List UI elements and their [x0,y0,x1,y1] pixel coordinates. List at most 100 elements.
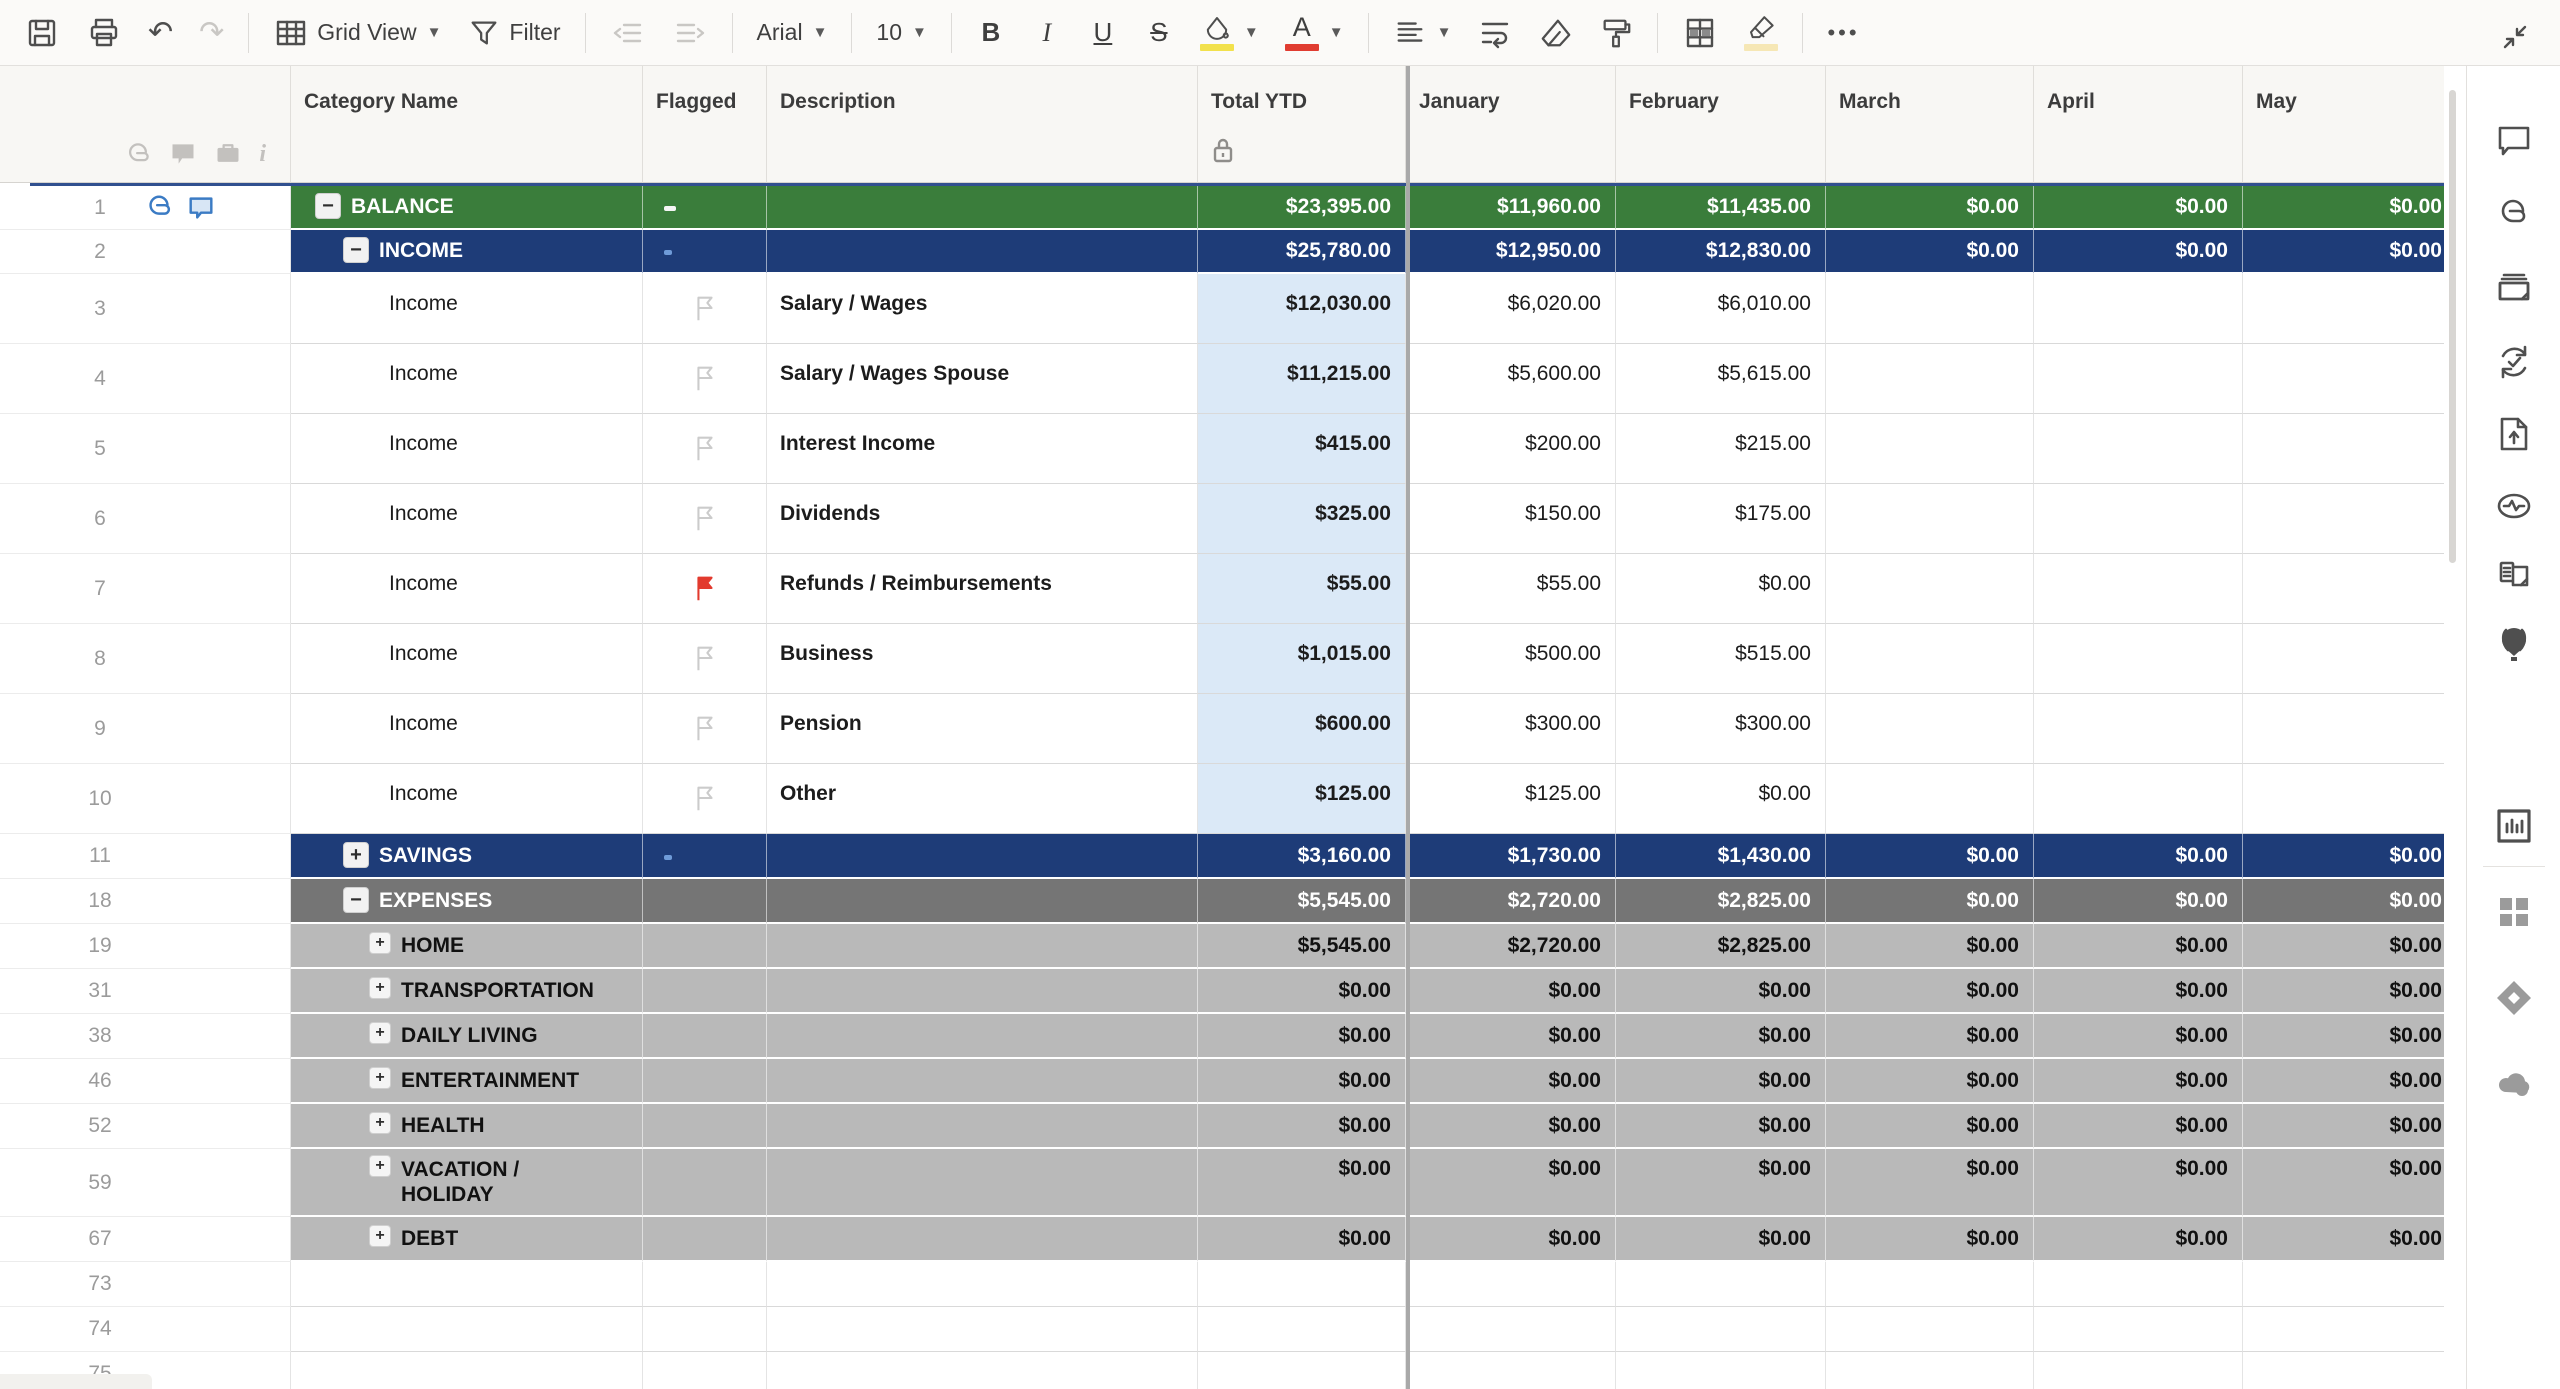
description-cell[interactable] [767,1104,1198,1149]
flag-cell[interactable] [643,834,767,879]
january-cell[interactable]: $55.00 [1406,554,1616,624]
row-number-header[interactable]: i [0,66,291,183]
category-cell[interactable] [291,1352,643,1389]
flag-cell[interactable] [643,1014,767,1059]
may-cell[interactable]: $0.00 [2243,1014,2444,1059]
row-gutter[interactable]: 19 [0,924,291,969]
vertical-scrollbar[interactable] [2449,90,2456,563]
description-cell[interactable] [767,879,1198,924]
row-toggle[interactable]: − [315,193,341,219]
row-toggle[interactable]: − [343,886,369,913]
row-gutter[interactable]: 9 [0,694,291,764]
activity-log-icon[interactable] [2494,486,2534,526]
total-ytd-cell[interactable]: $0.00 [1198,969,1406,1014]
bold-button[interactable]: B [968,11,1014,54]
table-row[interactable]: 19 + HOME $5,545.00 $2,720.00 $2,825.00 … [0,924,2444,969]
description-cell[interactable]: Business [767,624,1198,694]
april-cell[interactable]: $0.00 [2034,1104,2243,1149]
flag-cell[interactable] [643,1149,767,1217]
fill-color-button[interactable]: ▼ [1192,9,1267,57]
march-cell[interactable] [1826,414,2034,484]
april-cell[interactable] [2034,1307,2243,1352]
flag-cell[interactable] [643,484,767,554]
flag-cell[interactable] [643,274,767,344]
category-cell[interactable] [291,1307,643,1352]
march-cell[interactable]: $0.00 [1826,834,2034,879]
january-cell[interactable] [1406,1352,1616,1389]
may-cell[interactable] [2243,694,2444,764]
clear-format-button[interactable] [1531,10,1581,56]
table-row[interactable]: 10 Income Other $125.00 $125.00 $0.00 [0,764,2444,834]
category-cell[interactable]: Income [291,554,643,624]
april-cell[interactable] [2034,274,2243,344]
march-cell[interactable]: $0.00 [1826,186,2034,230]
description-cell[interactable]: Interest Income [767,414,1198,484]
filter-button[interactable]: Filter [459,10,568,56]
row-gutter[interactable]: 18 [0,879,291,924]
flag-cell[interactable] [643,344,767,414]
column-header-flagged[interactable]: Flagged [643,66,767,183]
category-cell[interactable]: Income [291,484,643,554]
more-options-button[interactable]: ••• [1819,14,1867,52]
description-cell[interactable] [767,1262,1198,1307]
january-cell[interactable]: $200.00 [1406,414,1616,484]
february-cell[interactable]: $300.00 [1616,694,1826,764]
category-cell[interactable]: + DEBT [291,1217,643,1262]
total-ytd-cell[interactable]: $12,030.00 [1198,274,1406,344]
description-cell[interactable] [767,1149,1198,1217]
march-cell[interactable] [1826,1307,2034,1352]
row-gutter[interactable]: 6 [0,484,291,554]
publish-icon[interactable] [2494,414,2534,454]
may-cell[interactable] [2243,414,2444,484]
category-cell[interactable] [291,1262,643,1307]
march-cell[interactable]: $0.00 [1826,1014,2034,1059]
january-cell[interactable]: $5,600.00 [1406,344,1616,414]
table-row[interactable]: 11 + SAVINGS $3,160.00 $1,730.00 $1,430.… [0,834,2444,879]
description-cell[interactable]: Dividends [767,484,1198,554]
category-cell[interactable]: − INCOME [291,230,643,274]
row-toggle[interactable]: + [369,1066,391,1089]
april-cell[interactable] [2034,484,2243,554]
print-button[interactable] [78,9,130,57]
january-cell[interactable]: $0.00 [1406,1014,1616,1059]
january-cell[interactable]: $150.00 [1406,484,1616,554]
row-gutter[interactable]: 67 [0,1217,291,1262]
february-cell[interactable]: $0.00 [1616,1149,1826,1217]
february-cell[interactable]: $0.00 [1616,764,1826,834]
format-painter-button[interactable] [1591,10,1641,56]
february-cell[interactable]: $11,435.00 [1616,186,1826,230]
table-row[interactable]: 73 [0,1262,2444,1307]
total-ytd-cell[interactable] [1198,1262,1406,1307]
description-cell[interactable]: Salary / Wages Spouse [767,344,1198,414]
may-cell[interactable]: $0.00 [2243,1104,2444,1149]
total-ytd-cell[interactable]: $600.00 [1198,694,1406,764]
row-toggle[interactable]: + [369,931,391,954]
row-indicator-icons[interactable] [144,193,216,223]
info-column-icon[interactable]: i [259,141,266,168]
underline-button[interactable]: U [1080,11,1126,54]
may-cell[interactable]: $0.00 [2243,834,2444,879]
april-cell[interactable] [2034,414,2243,484]
february-cell[interactable]: $0.00 [1616,1217,1826,1262]
column-header-description[interactable]: Description [767,66,1198,183]
may-cell[interactable]: $0.00 [2243,1149,2444,1217]
description-cell[interactable] [767,1059,1198,1104]
font-size-select[interactable]: 10 ▼ [868,13,934,52]
category-cell[interactable]: Income [291,624,643,694]
column-header-february[interactable]: February [1616,66,1826,183]
may-cell[interactable] [2243,274,2444,344]
comments-icon[interactable] [2494,120,2534,160]
total-ytd-cell[interactable]: $23,395.00 [1198,186,1406,230]
total-ytd-cell[interactable]: $25,780.00 [1198,230,1406,274]
february-cell[interactable]: $2,825.00 [1616,879,1826,924]
column-header-may[interactable]: May [2243,66,2444,183]
table-row[interactable]: 52 + HEALTH $0.00 $0.00 $0.00 $0.00 $0.0… [0,1104,2444,1149]
description-cell[interactable] [767,230,1198,274]
update-requests-icon[interactable] [2494,342,2534,382]
table-row[interactable]: 8 Income Business $1,015.00 $500.00 $515… [0,624,2444,694]
february-cell[interactable]: $515.00 [1616,624,1826,694]
april-cell[interactable]: $0.00 [2034,1014,2243,1059]
february-cell[interactable]: $12,830.00 [1616,230,1826,274]
description-cell[interactable] [767,924,1198,969]
january-cell[interactable]: $2,720.00 [1406,924,1616,969]
